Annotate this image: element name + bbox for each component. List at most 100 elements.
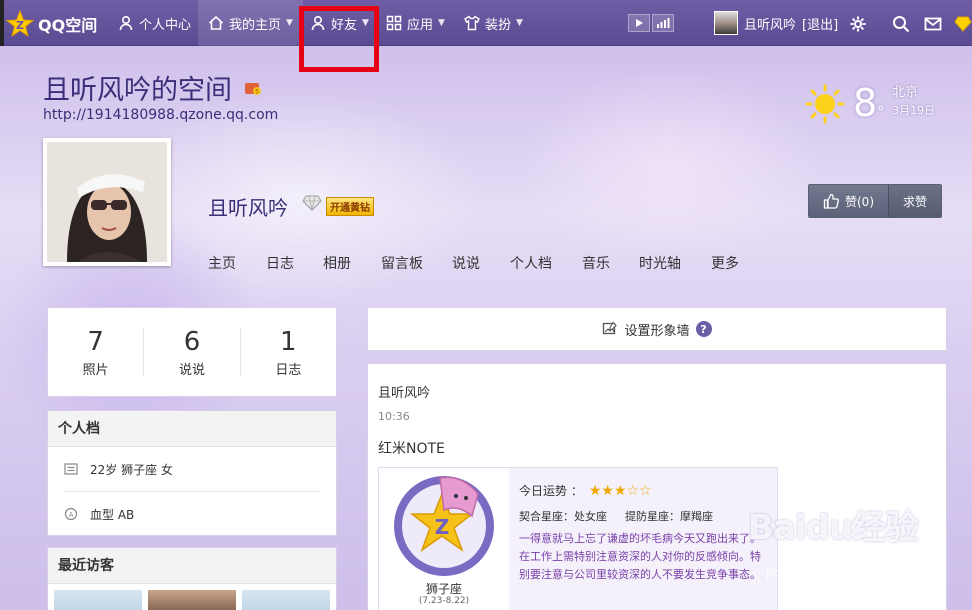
zodiac-name: 狮子座 [425, 582, 462, 596]
profile-picture [47, 142, 167, 262]
user-icon [119, 15, 133, 31]
top-nav-bar: Z QQ空间 个人中心 我的主页 ▼ 好友 ▼ 应用 ▼ 装扮 ▼ 且听风吟 [… [0, 0, 972, 46]
nav-label: 个人中心 [139, 17, 192, 33]
logo-text: QQ空间 [38, 16, 98, 35]
highlight-box [299, 6, 379, 72]
subnav-guestbook[interactable]: 留言板 [381, 253, 452, 273]
profile-photo[interactable] [43, 138, 171, 266]
star-filled-icon: ★ [588, 482, 602, 499]
user-name[interactable]: 且听风吟 [744, 14, 796, 33]
stats-box: 7 照片 6 说说 1 日志 [47, 307, 337, 397]
owner-name[interactable]: 且听风吟 [208, 192, 288, 221]
temperature: 8° [853, 81, 885, 125]
like-button-group: 赞(0) 求赞 [808, 184, 943, 218]
fortune-text: 一得意就马上忘了谦虚的坏毛病今天又跑出来了。在工作上需特别注意资深的人对你的反感… [519, 532, 761, 581]
avatar[interactable] [714, 11, 738, 35]
subnav-profile[interactable]: 个人档 [510, 253, 582, 273]
space-subnav: 主页 日志 相册 留言板 说说 个人档 音乐 时光轴 更多 [208, 253, 751, 273]
image-wall-setting[interactable]: 设置形象墙 ? [367, 307, 947, 351]
gift-badge-icon[interactable]: 5 [244, 80, 262, 96]
subnav-more[interactable]: 更多 [711, 253, 751, 273]
star-filled-icon: ★ [613, 482, 627, 499]
zodiac-range: (7.23-8.22) [418, 596, 470, 606]
thumbs-up-icon [823, 193, 839, 209]
subnav-music[interactable]: 音乐 [582, 253, 639, 273]
user-area: 且听风吟 [退出] [714, 11, 838, 35]
svg-text:Z: Z [435, 515, 450, 539]
leo-zodiac-icon: Z [394, 476, 494, 576]
equalizer-icon[interactable] [652, 14, 674, 32]
beg-like-button[interactable]: 求赞 [888, 185, 942, 217]
feed-time: 10:36 [378, 410, 410, 423]
stat-label: 照片 [82, 362, 109, 378]
visitor-avatar[interactable] [242, 590, 330, 610]
feed-text: 红米NOTE [378, 441, 445, 457]
feed-author[interactable]: 且听风吟 [378, 382, 430, 401]
like-button[interactable]: 赞(0) [809, 185, 888, 217]
match-row: 契合星座：处女座 提防星座：摩羯座 [519, 508, 713, 524]
diamond-icon[interactable] [302, 195, 322, 211]
space-url[interactable]: http://1914180988.qzone.qq.com [43, 107, 278, 123]
subnav-album[interactable]: 相册 [323, 253, 381, 273]
personal-panel: 个人档 22岁 狮子座 女 A 血型 AB [47, 410, 337, 536]
horoscope-card[interactable]: Z 狮子座 (7.23-8.22) 今日运势 ： ★★★☆☆ 契合星座：处女座 … [378, 467, 778, 610]
subnav-home[interactable]: 主页 [208, 253, 266, 273]
subnav-timeline[interactable]: 时光轴 [639, 253, 711, 273]
blood-type-text: 血型 AB [90, 507, 135, 522]
yellow-diamond-icon[interactable] [954, 15, 972, 33]
vip-badge[interactable]: 开通黄钻 [326, 197, 374, 216]
svg-text:Z: Z [16, 19, 24, 32]
stat-number: 7 [87, 326, 104, 357]
sun-icon [805, 84, 845, 124]
logout-link[interactable]: [退出] [802, 14, 838, 33]
nav-label: 装扮 [485, 17, 512, 33]
star-filled-icon: ★ [601, 482, 614, 499]
mail-icon[interactable] [924, 15, 942, 33]
svg-text:A: A [69, 511, 74, 519]
profile-info-row: 22岁 狮子座 女 [48, 447, 336, 491]
qzone-star-icon: Z [6, 10, 34, 38]
nav-decorate[interactable]: 装扮 ▼ [464, 0, 523, 46]
stat-number: 1 [280, 326, 297, 357]
star-empty-icon: ☆ [626, 482, 640, 499]
recent-visitors-panel: 最近访客 [47, 547, 337, 610]
music-player [628, 14, 674, 32]
nav-apps[interactable]: 应用 ▼ [386, 0, 445, 46]
chevron-down-icon: ▼ [286, 18, 293, 28]
nav-my-homepage[interactable]: 我的主页 ▼ [198, 0, 303, 46]
stat-photos[interactable]: 7 照片 [48, 326, 145, 378]
luck-stars: ★★★☆☆ [589, 483, 652, 499]
nav-personal-center[interactable]: 个人中心 [118, 0, 191, 46]
visitor-avatar[interactable] [148, 590, 236, 610]
nav-label: 应用 [407, 17, 434, 33]
chevron-down-icon: ▼ [516, 18, 523, 28]
subnav-shuoshuo[interactable]: 说说 [452, 253, 510, 273]
stat-label: 说说 [178, 362, 205, 378]
match-sign: 契合星座：处女座 [519, 510, 607, 523]
weather-widget: 8° 北京 3月19日 [805, 84, 935, 131]
city-date: 北京 3月19日 [892, 84, 935, 120]
help-icon[interactable]: ? [695, 321, 712, 337]
feed-card: 且听风吟 10:36 红米NOTE Z 狮子座 (7.23-8.22) 今日运势… [367, 363, 947, 610]
stat-blogs[interactable]: 1 日志 [241, 326, 336, 378]
space-title: 且听风吟的空间 [43, 75, 232, 106]
wall-label: 设置形象墙 [624, 323, 690, 339]
play-icon[interactable] [628, 14, 650, 32]
info-card-icon [64, 463, 78, 475]
luck-row: 今日运势 ： ★★★☆☆ [519, 482, 652, 499]
home-icon [208, 15, 224, 30]
search-icon[interactable] [892, 15, 910, 33]
subnav-blog[interactable]: 日志 [266, 253, 323, 273]
gear-icon[interactable] [849, 15, 867, 33]
star-empty-icon: ☆ [639, 482, 652, 499]
qzone-logo[interactable]: Z QQ空间 [6, 10, 97, 38]
visitor-avatar[interactable] [54, 590, 142, 610]
chevron-down-icon: ▼ [438, 18, 445, 28]
stat-shuoshuo[interactable]: 6 说说 [144, 327, 241, 378]
guard-sign: 提防星座：摩羯座 [625, 510, 713, 523]
nav-label: 我的主页 [229, 17, 282, 33]
stat-label: 日志 [275, 362, 302, 378]
blood-type-icon: A [64, 507, 78, 521]
blood-type-row: A 血型 AB [48, 492, 336, 536]
beg-label: 求赞 [903, 194, 928, 209]
